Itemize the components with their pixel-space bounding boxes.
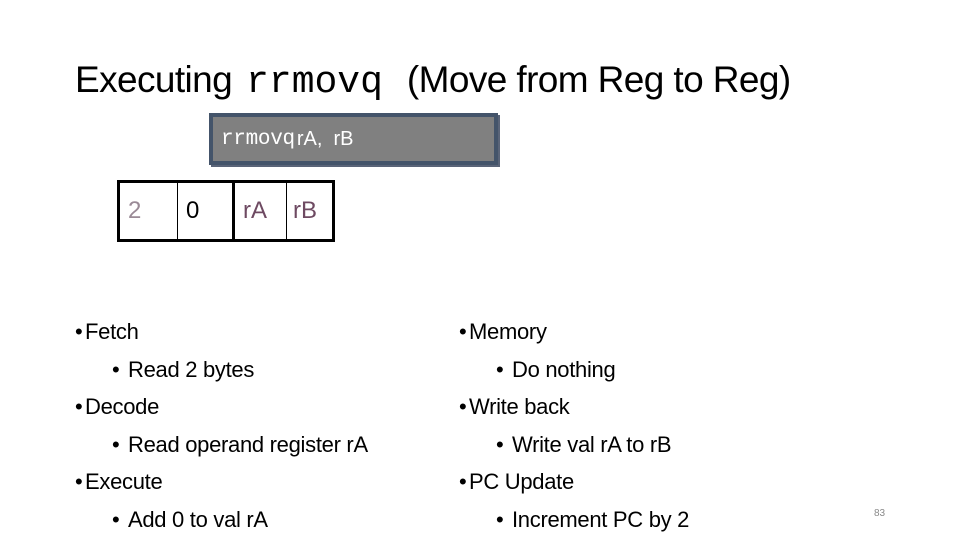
- bullet-icon: •: [459, 319, 467, 344]
- encoding-rb-cell: rB: [293, 197, 317, 224]
- instruction-operands: rA, rB: [296, 127, 354, 150]
- stage-detail: Do nothing: [512, 357, 616, 382]
- stage-name: Fetch: [85, 319, 139, 344]
- stage-write-back-detail: • Write val rA to rB: [459, 427, 689, 464]
- stage-detail: Add 0 to val rA: [128, 507, 268, 532]
- bullet-icon: •: [75, 469, 83, 494]
- stage-memory: • Memory: [459, 314, 689, 352]
- stage-name: Write back: [469, 394, 570, 419]
- bullet-icon: •: [112, 357, 120, 382]
- stage-name: PC Update: [469, 469, 574, 494]
- bullet-icon: •: [112, 432, 120, 457]
- stage-write-back: • Write back: [459, 389, 689, 427]
- instruction-mnemonic: rrmovq: [221, 127, 295, 151]
- bullet-icon: •: [75, 319, 83, 344]
- bullet-icon: •: [496, 507, 504, 532]
- stages-right-column: • Memory • Do nothing • Write back • Write v…: [459, 314, 689, 539]
- stage-name: Decode: [85, 394, 160, 419]
- stage-execute-detail: • Add 0 to val rA: [75, 502, 368, 539]
- instruction-encoding: 2 0 rA rB: [117, 180, 335, 242]
- stage-detail: Increment PC by 2: [512, 507, 690, 532]
- stage-decode: • Decode: [75, 389, 368, 427]
- bullet-icon: •: [459, 469, 467, 494]
- encoding-icode-cell: 2: [120, 183, 178, 239]
- stage-name: Execute: [85, 469, 163, 494]
- bullet-icon: •: [75, 394, 83, 419]
- stage-execute: • Execute: [75, 464, 368, 502]
- stage-name: Memory: [469, 319, 547, 344]
- title-suffix: (Move from Reg to Reg): [406, 59, 791, 100]
- stages-left-column: • Fetch • Read 2 bytes • Decode • Read opera…: [75, 314, 368, 539]
- stage-memory-detail: • Do nothing: [459, 352, 689, 389]
- bullet-icon: •: [496, 432, 504, 457]
- encoding-ra-cell: rA: [235, 183, 287, 239]
- stage-fetch: • Fetch: [75, 314, 368, 352]
- slide-title: Executing rrmovq (Move from Reg to Reg): [75, 52, 791, 108]
- stage-decode-detail: • Read operand register rA: [75, 427, 368, 464]
- stage-pc-update-detail: • Increment PC by 2: [459, 502, 689, 539]
- stage-fetch-detail: • Read 2 bytes: [75, 352, 368, 389]
- instruction-syntax-box: rrmovq rA, rB: [209, 113, 498, 165]
- stage-detail: Read operand register rA: [128, 432, 368, 457]
- stage-detail: Write val rA to rB: [512, 432, 672, 457]
- title-instruction: rrmovq: [246, 61, 383, 104]
- stage-detail: Read 2 bytes: [128, 357, 255, 382]
- bullet-icon: •: [112, 507, 120, 532]
- bullet-icon: •: [459, 394, 467, 419]
- stage-pc-update: • PC Update: [459, 464, 689, 502]
- title-prefix: Executing: [75, 59, 233, 100]
- encoding-ifun-cell: 0: [178, 183, 235, 239]
- page-number: 83: [874, 508, 886, 519]
- bullet-icon: •: [496, 357, 504, 382]
